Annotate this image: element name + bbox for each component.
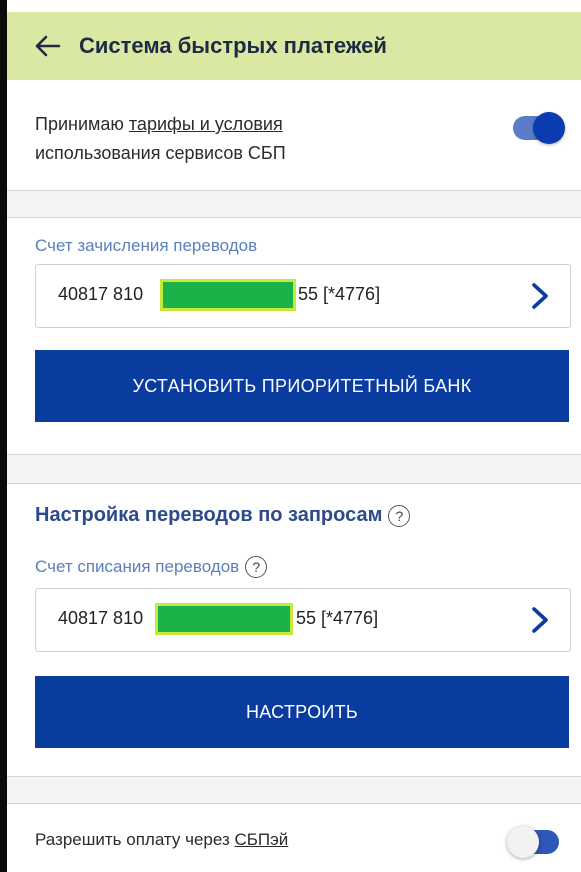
back-button[interactable] [33,31,63,61]
help-icon[interactable]: ? [245,556,268,578]
debit-account-label-row: Счет списания переводов ? [35,556,268,578]
requests-heading-text: Настройка переводов по запросам [35,504,383,526]
terms-row: Принимаю тарифы и условия использования … [7,80,581,190]
terms-prefix: Принимаю [35,114,129,134]
sbpay-row: Разрешить оплату через СБПэй [7,804,581,872]
sbpay-link[interactable]: СБПэй [234,830,288,849]
terms-text: Принимаю тарифы и условия использования … [35,110,455,168]
account-number-prefix: 40817 810 [58,284,144,304]
page-title: Система быстрых платежей [79,33,387,58]
masked-digits [155,603,293,635]
top-bar: Система быстрых платежей [7,12,581,80]
masked-digits [160,279,296,311]
credit-account-field[interactable]: 40817 810 55 [*4776] [35,264,571,328]
window-frame-edge [0,0,7,872]
requests-heading: Настройка переводов по запросам ? [35,504,411,527]
account-number-suffix: 55 [*4776] [298,284,381,304]
account-number-suffix: 55 [*4776] [296,608,379,628]
account-number-prefix: 40817 810 [58,608,144,628]
configure-button[interactable]: НАСТРОИТЬ [35,676,569,748]
toggle-knob [533,112,565,144]
terms-link[interactable]: тарифы и условия [129,114,283,134]
set-priority-bank-button[interactable]: УСТАНОВИТЬ ПРИОРИТЕТНЫЙ БАНК [35,350,569,422]
sbpay-prefix: Разрешить оплату через [35,830,235,849]
terms-toggle[interactable] [513,112,565,144]
chevron-right-icon [532,283,548,309]
toggle-knob [507,826,539,858]
app-screen: Система быстрых платежей Принимаю тарифы… [7,0,581,872]
credit-account-label: Счет зачисления переводов [35,236,258,255]
section-divider [7,776,581,804]
section-divider [7,454,581,484]
chevron-right-icon [532,607,548,633]
section-divider [7,190,581,218]
debit-account-label: Счет списания переводов [35,557,240,576]
arrow-left-icon [35,35,61,57]
terms-suffix: использования сервисов СБП [35,143,286,163]
debit-account-field[interactable]: 40817 810 55 [*4776] [35,588,571,652]
sbpay-toggle[interactable] [507,826,559,858]
help-icon[interactable]: ? [388,504,411,527]
sbpay-text: Разрешить оплату через СБПэй [35,830,288,850]
